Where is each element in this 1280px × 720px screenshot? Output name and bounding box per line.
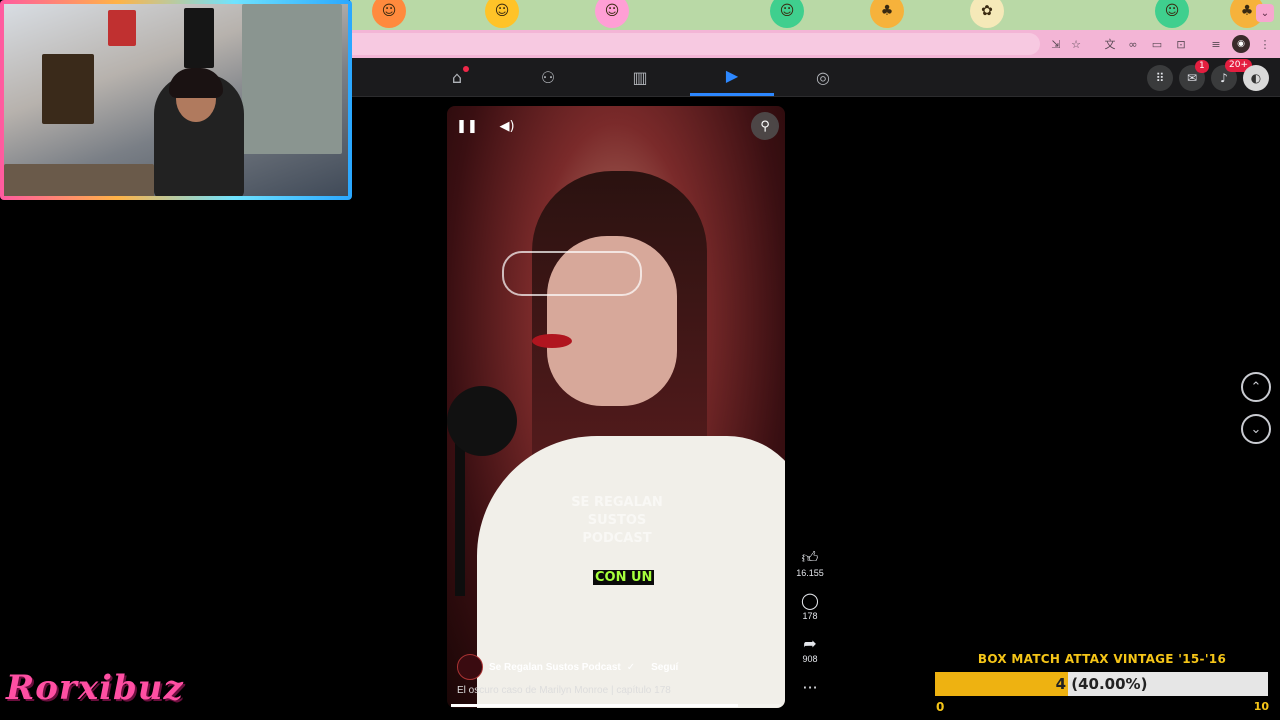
comment-count: 178 xyxy=(802,611,818,621)
box-match-min: 0 xyxy=(936,700,945,714)
streamer-logo: Rorxibuz xyxy=(6,668,184,708)
search-icon: ⚲ xyxy=(760,118,770,134)
smiley-decoration: ☺ xyxy=(485,0,519,28)
friends-tab[interactable]: ⚇ xyxy=(506,58,590,96)
more-icon: ··· xyxy=(802,678,818,697)
share-count: 908 xyxy=(802,654,818,664)
dashboard-icon: ▥ xyxy=(632,67,648,87)
reel-description[interactable]: El oscuro caso de Marilyn Monroe | capít… xyxy=(457,685,671,696)
box-match-percent: (40.00%) xyxy=(1071,675,1148,693)
thumbs-up-icon: 👍︎ xyxy=(801,548,819,567)
microphone xyxy=(447,386,517,456)
menu-icon[interactable]: ⋮ xyxy=(1256,35,1274,53)
flower-smiley-decoration: ☺ xyxy=(372,0,406,28)
streamer-hair xyxy=(169,68,223,98)
notifications-button[interactable]: ♪ 20+ xyxy=(1211,59,1252,91)
groups-icon: ◎ xyxy=(816,67,830,87)
reader-icon[interactable]: ▭ xyxy=(1148,35,1166,53)
box-match-title: BOX MATCH ATTAX VINTAGE '15-'16 xyxy=(977,652,1227,666)
share-icon: ➦ xyxy=(803,634,817,653)
chevron-up-icon: ⌃ xyxy=(1250,379,1262,395)
video-tab[interactable]: ▶ xyxy=(690,58,774,96)
curtain xyxy=(242,4,342,154)
box-match-max: 10 xyxy=(1253,700,1269,713)
smiley-decoration: ☺ xyxy=(1155,0,1189,28)
address-bar-row: ⇲ ☆ 文 ∞ ▭ ⊡ ≡ ◉ ⋮ xyxy=(350,30,1280,58)
install-icon[interactable]: ⇲ xyxy=(1047,35,1065,53)
follow-button[interactable]: Seguí xyxy=(651,662,678,673)
video-progress-bar[interactable] xyxy=(451,704,781,707)
watermark-line-1: SE REGALAN SUSTOS xyxy=(571,495,663,528)
video-icon: ▶ xyxy=(725,66,739,85)
cast-icon[interactable]: ⊡ xyxy=(1172,35,1190,53)
messenger-badge: 1 xyxy=(1195,60,1209,73)
home-notification-dot xyxy=(463,66,469,72)
pause-button[interactable]: ❚❚ xyxy=(453,112,481,140)
subtitle-caption: CON UN xyxy=(593,570,655,585)
microphone-arm xyxy=(455,436,465,596)
volume-button[interactable]: ◀) xyxy=(493,112,521,140)
like-button[interactable]: 👍︎ 16.155 xyxy=(790,548,830,578)
box-match-current: 4 xyxy=(1055,675,1066,693)
smiley-decoration: ☺ xyxy=(770,0,804,28)
search-button[interactable]: ⚲ xyxy=(751,112,779,140)
messenger-button[interactable]: ✉ 1 xyxy=(1179,60,1209,91)
translate-icon[interactable]: 文 xyxy=(1101,35,1119,53)
star-icon[interactable]: ☆ xyxy=(1067,35,1085,53)
facebook-top-nav: ⌂ ⚇ ▥ ▶ ◎ ⠿ ✉ 1 ♪ 20+ ◐ xyxy=(350,58,1280,97)
video-person-glasses xyxy=(502,251,642,296)
box-match-progress-bar: 4 (40.00%) xyxy=(935,672,1268,696)
profile-icon[interactable]: ◉ xyxy=(1232,35,1250,53)
video-progress-fill xyxy=(451,704,739,707)
box-match-widget: BOX MATCH ATTAX VINTAGE '15-'16 4 (40.00… xyxy=(932,652,1272,714)
friends-icon: ⚇ xyxy=(540,67,556,87)
url-field[interactable] xyxy=(350,33,1040,55)
pause-icon: ❚❚ xyxy=(456,118,478,134)
grid-icon: ⠿ xyxy=(1155,71,1165,85)
smiley-decoration: ☺ xyxy=(595,0,629,28)
home-tab[interactable]: ⌂ xyxy=(415,58,499,96)
dashboard-tab[interactable]: ▥ xyxy=(598,58,682,96)
comment-icon: ◯ xyxy=(801,591,819,610)
channel-info: Se Regalan Sustos Podcast ✓ Seguí xyxy=(457,654,678,680)
channel-avatar[interactable] xyxy=(457,654,483,680)
share-button[interactable]: ➦ 908 xyxy=(790,634,830,664)
groups-tab[interactable]: ◎ xyxy=(781,58,865,96)
chevron-down-icon: ⌄ xyxy=(1250,421,1262,437)
link-icon[interactable]: ∞ xyxy=(1124,35,1142,53)
account-avatar[interactable]: ◐ xyxy=(1243,65,1269,91)
reel-video[interactable]: ❚❚ ◀) ⚲ SE REGALAN SUSTOS PODCAST CON UN… xyxy=(447,106,785,708)
like-count: 16.155 xyxy=(796,568,824,578)
previous-reel-button[interactable]: ⌃ xyxy=(1241,372,1271,402)
channel-name[interactable]: Se Regalan Sustos Podcast xyxy=(489,662,621,673)
messenger-icon: ✉ xyxy=(1186,71,1198,85)
podcast-watermark: SE REGALAN SUSTOS PODCAST xyxy=(557,494,677,548)
video-person-lips xyxy=(532,334,572,348)
wall-poster xyxy=(108,10,136,46)
wall-poster xyxy=(42,54,94,124)
home-icon: ⌂ xyxy=(451,67,463,87)
bell-icon: ♪ xyxy=(1220,71,1228,85)
speaker-icon: ◀) xyxy=(499,118,515,134)
browser-menu-icon[interactable]: ⌄ xyxy=(1256,4,1274,22)
more-options-button[interactable]: ··· xyxy=(790,678,830,698)
egg-decoration: ✿ xyxy=(970,0,1004,28)
mushroom-decoration: ♣ xyxy=(870,0,904,28)
verified-icon: ✓ xyxy=(626,661,636,673)
extensions-icon[interactable]: ≡ xyxy=(1207,35,1225,53)
avatar-icon: ◐ xyxy=(1250,71,1262,85)
comment-button[interactable]: ◯ 178 xyxy=(790,591,830,621)
apps-menu-button[interactable]: ⠿ xyxy=(1147,65,1173,91)
watermark-line-2: PODCAST xyxy=(582,531,652,546)
desk xyxy=(4,164,154,196)
box-match-progress-text: 4 (40.00%) xyxy=(935,672,1268,696)
vinyl-records xyxy=(184,8,214,68)
browser-theme-banner: ☺ ☺ ☺ ☺ ♣ ✿ ☺ ♣ ⌄ xyxy=(350,0,1280,30)
next-reel-button[interactable]: ⌄ xyxy=(1241,414,1271,444)
streamer-webcam xyxy=(0,0,352,200)
